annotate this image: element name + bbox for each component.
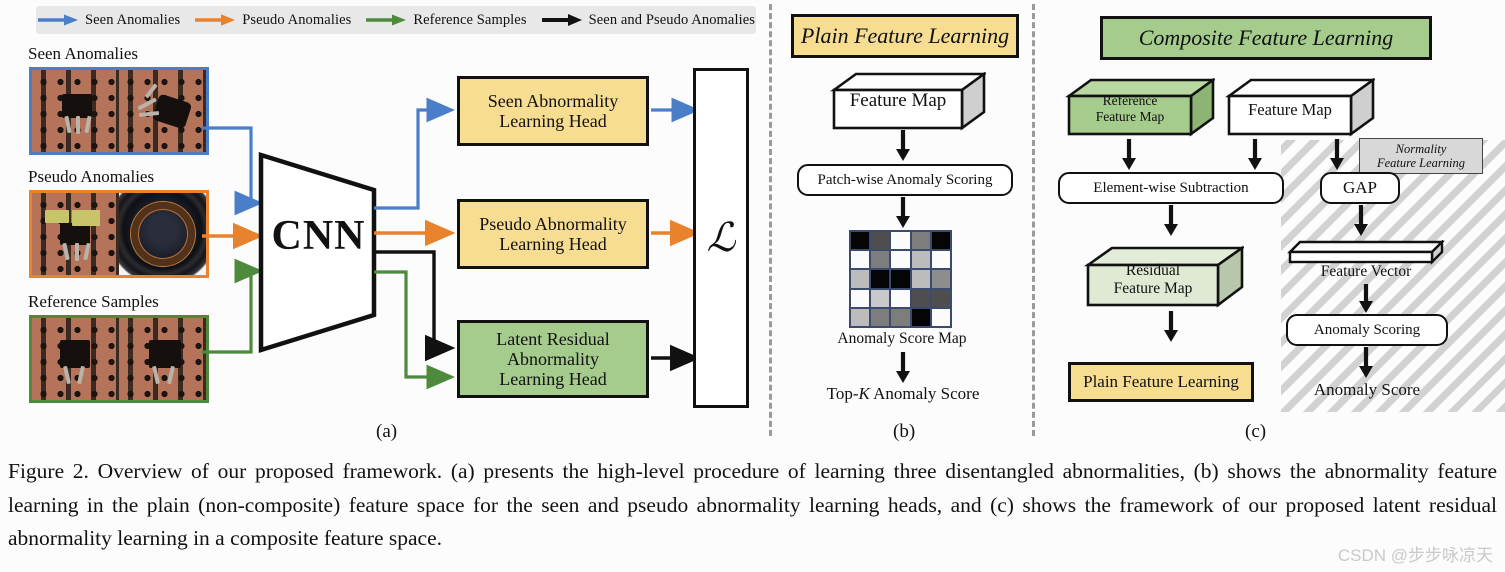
pseudo-abnormality-head[interactable]: Pseudo Abnormality Learning Head [457,199,649,269]
score-cell-1-1 [871,251,890,269]
element-wise-subtraction[interactable]: Element-wise Subtraction [1058,172,1284,204]
title-text: Plain Feature Learning [800,23,1010,48]
arrow-down-icon [896,197,910,228]
head-line-1: Seen Abnormality [487,90,619,111]
cnn-label: CNN [271,213,366,259]
arrow-down-icon [1248,139,1262,170]
arrow-down-icon [1330,139,1344,170]
score-cell-2-2 [891,270,910,288]
topk-k: K [858,384,870,403]
normality-line-2: Feature Learning [1376,156,1466,170]
score-cell-0-0 [851,232,870,250]
residual-line-1: Residual [1125,262,1181,279]
topk-anomaly-score: Top-K Anomaly Score [795,384,1011,404]
loss-symbol: ℒ [706,214,736,260]
gap-box[interactable]: GAP [1320,172,1400,204]
head-label: Latent Residual Abnormality Learning Hea… [496,329,609,389]
anomaly-score-map-caption: Anomaly Score Map [837,330,967,347]
head-label: Seen Abnormality Learning Head [488,91,618,131]
ref-line-2: Feature Map [1095,108,1165,124]
composite-feature-learning-title: Composite Feature Learning [1100,16,1432,60]
seen-abnormality-head[interactable]: Seen Abnormality Learning Head [457,76,649,146]
topk-suffix: Anomaly Score [869,384,980,403]
score-cell-4-0 [851,308,870,326]
scoring-label: Patch-wise Anomaly Scoring [817,171,993,188]
plain-feature-learning-box-c[interactable]: Plain Feature Learning [1068,362,1254,402]
arrow-down-icon [1354,205,1368,236]
watermark: CSDN @步步咏凉天 [1337,546,1493,565]
feature-map-label: Feature Map [849,90,947,111]
divider-1 [769,4,772,436]
score-cell-3-3 [911,289,930,307]
head-line-2: Learning Head [499,234,607,254]
score-cell-2-1 [871,270,890,288]
score-cell-3-1 [871,289,890,307]
plain-feature-learning-label: Plain Feature Learning [1083,372,1239,391]
score-cell-3-2 [891,289,910,307]
residual-feature-map-label: Residual Feature Map [1088,262,1218,299]
topk-prefix: Top- [826,384,859,403]
patch-wise-anomaly-scoring[interactable]: Patch-wise Anomaly Scoring [797,164,1013,196]
ref-line-1: Reference [1102,93,1158,108]
arrow-down-icon [896,130,910,161]
arrow-down-icon [1122,139,1136,170]
head-line-2: Abnormality [507,348,599,369]
residual-line-2: Feature Map [1113,280,1193,298]
arrow-down-icon [1164,205,1178,236]
score-cell-4-3 [911,308,930,326]
score-cell-3-0 [851,289,870,307]
head-line-2: Learning Head [499,111,607,131]
divider-2 [1032,4,1035,436]
anomaly-score-map-grid [849,230,952,328]
arrow-down-icon [1359,347,1373,378]
gap-label: GAP [1342,178,1377,197]
figure-root: Seen Anomalies Pseudo Anomalies Referenc… [0,0,1505,572]
anomaly-scoring-label: Anomaly Scoring [1313,321,1421,338]
panel-label-a: (a) [376,421,398,442]
score-cell-4-1 [871,308,890,326]
head-line-3: Learning Head [499,369,607,390]
panel-label-b: (b) [893,421,916,442]
feature-vector-label: Feature Vector [1320,263,1412,280]
anomaly-scoring-box[interactable]: Anomaly Scoring [1286,314,1448,346]
score-cell-1-0 [851,251,870,269]
score-cell-3-4 [931,289,950,307]
figure-caption: Figure 2. Overview of our proposed frame… [8,459,1497,551]
normality-line-1: Normality [1395,141,1447,156]
score-cell-0-2 [891,232,910,250]
score-cell-0-4 [931,232,950,250]
score-cell-2-3 [911,270,930,288]
head-line-1: Latent Residual [496,328,610,349]
anomaly-score-label: Anomaly Score [1313,380,1421,399]
normality-feature-learning-label: Normality Feature Learning [1359,138,1483,174]
panel-a-connectors [202,97,701,390]
head-label: Pseudo Abnormality Learning Head [479,214,627,254]
arrow-down-icon [896,352,910,383]
arrow-down-icon [1164,311,1178,342]
score-cell-2-4 [931,270,950,288]
score-cell-0-1 [871,232,890,250]
feature-map-label-c: Feature Map [1248,100,1332,119]
arrow-down-icon [1359,284,1373,313]
panel-label-c: (c) [1245,421,1267,442]
plain-feature-learning-title: Plain Feature Learning [791,14,1019,58]
head-line-1: Pseudo Abnormality [479,213,627,234]
loss-box: ℒ [693,68,749,408]
reference-feature-map-label: Reference Feature Map [1069,93,1191,125]
title-text: Composite Feature Learning [1138,25,1394,50]
score-cell-1-3 [911,251,930,269]
score-cell-1-4 [931,251,950,269]
score-cell-1-2 [891,251,910,269]
score-cell-0-3 [911,232,930,250]
score-cell-4-2 [891,308,910,326]
subtraction-label: Element-wise Subtraction [1093,179,1249,196]
latent-residual-abnormality-head[interactable]: Latent Residual Abnormality Learning Hea… [457,320,649,398]
score-cell-2-0 [851,270,870,288]
score-cell-4-4 [931,308,950,326]
